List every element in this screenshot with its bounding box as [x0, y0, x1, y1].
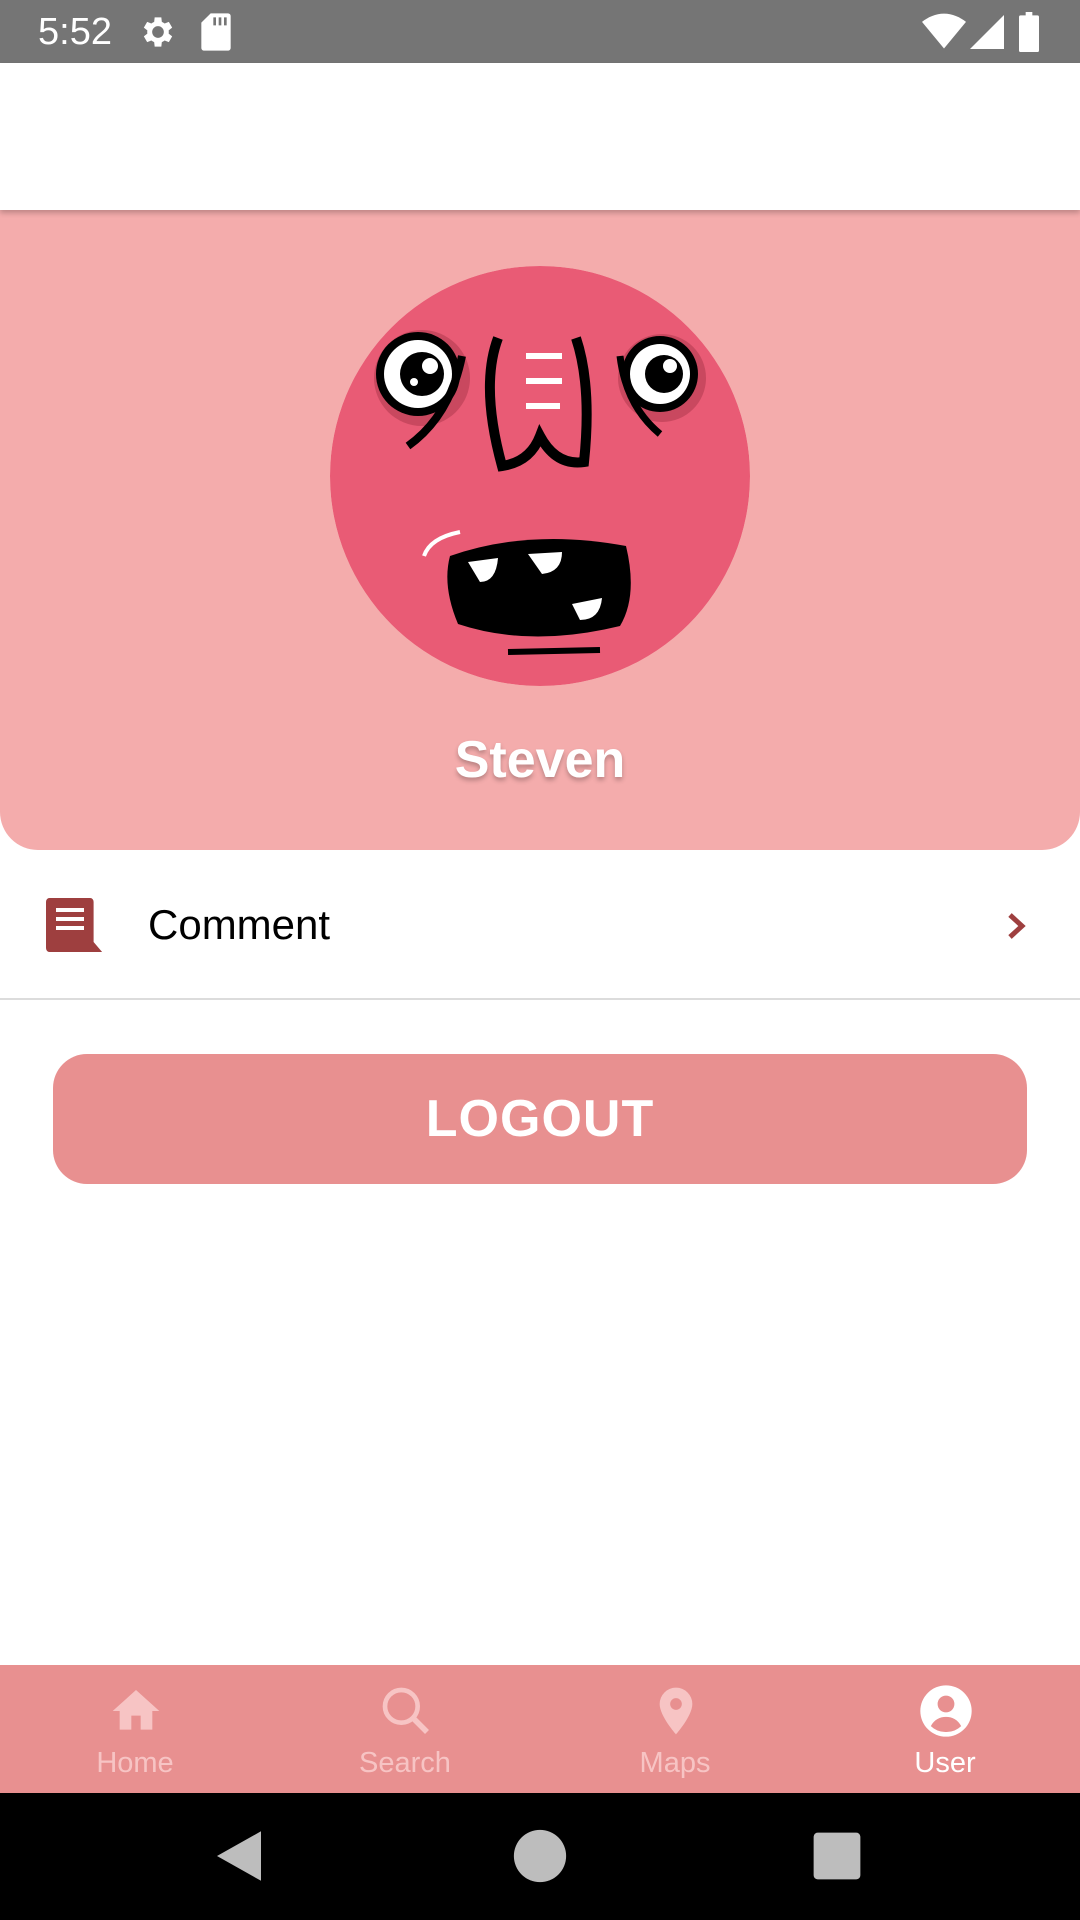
- comment-menu-row[interactable]: Comment: [0, 850, 1080, 1000]
- status-time: 5:52: [38, 11, 112, 53]
- wifi-icon: [922, 13, 966, 49]
- nav-item-maps[interactable]: Maps: [540, 1665, 810, 1793]
- signal-icon: [970, 15, 1004, 49]
- chevron-right-icon: [1008, 913, 1026, 939]
- nav-item-search[interactable]: Search: [270, 1665, 540, 1793]
- home-circle-icon[interactable]: [507, 1823, 573, 1889]
- recents-icon[interactable]: [804, 1823, 870, 1889]
- avatar[interactable]: [330, 266, 750, 686]
- system-nav-bar: [0, 1793, 1080, 1920]
- user-name: Steven: [454, 731, 626, 789]
- nav-item-user[interactable]: User: [810, 1665, 1080, 1793]
- home-icon: [112, 1690, 160, 1730]
- battery-icon: [1019, 12, 1039, 52]
- nav-label-maps: Maps: [639, 1747, 711, 1779]
- map-pin-icon: [659, 1687, 693, 1735]
- search-icon: [382, 1687, 429, 1734]
- comment-label: Comment: [148, 901, 331, 948]
- nav-label-home: Home: [96, 1747, 174, 1779]
- nav-item-home[interactable]: Home: [0, 1665, 270, 1793]
- settings-icon: [143, 17, 173, 47]
- user-icon: [920, 1685, 972, 1737]
- app-header: [0, 63, 1080, 210]
- comment-icon: [46, 898, 102, 952]
- bottom-nav: Home Search Maps User: [0, 1665, 1080, 1793]
- profile-card: Steven: [0, 210, 1080, 850]
- screen: 5:52 Steven Comment LOGOUT Home Search M…: [0, 0, 1080, 1920]
- status-bar: 5:52: [0, 0, 1080, 63]
- back-icon[interactable]: [206, 1823, 272, 1889]
- logout-button[interactable]: LOGOUT: [53, 1054, 1027, 1184]
- avatar-face-image: [330, 266, 750, 686]
- nav-label-search: Search: [359, 1747, 451, 1779]
- nav-label-user: User: [914, 1747, 976, 1779]
- sd-card-icon: [201, 13, 231, 51]
